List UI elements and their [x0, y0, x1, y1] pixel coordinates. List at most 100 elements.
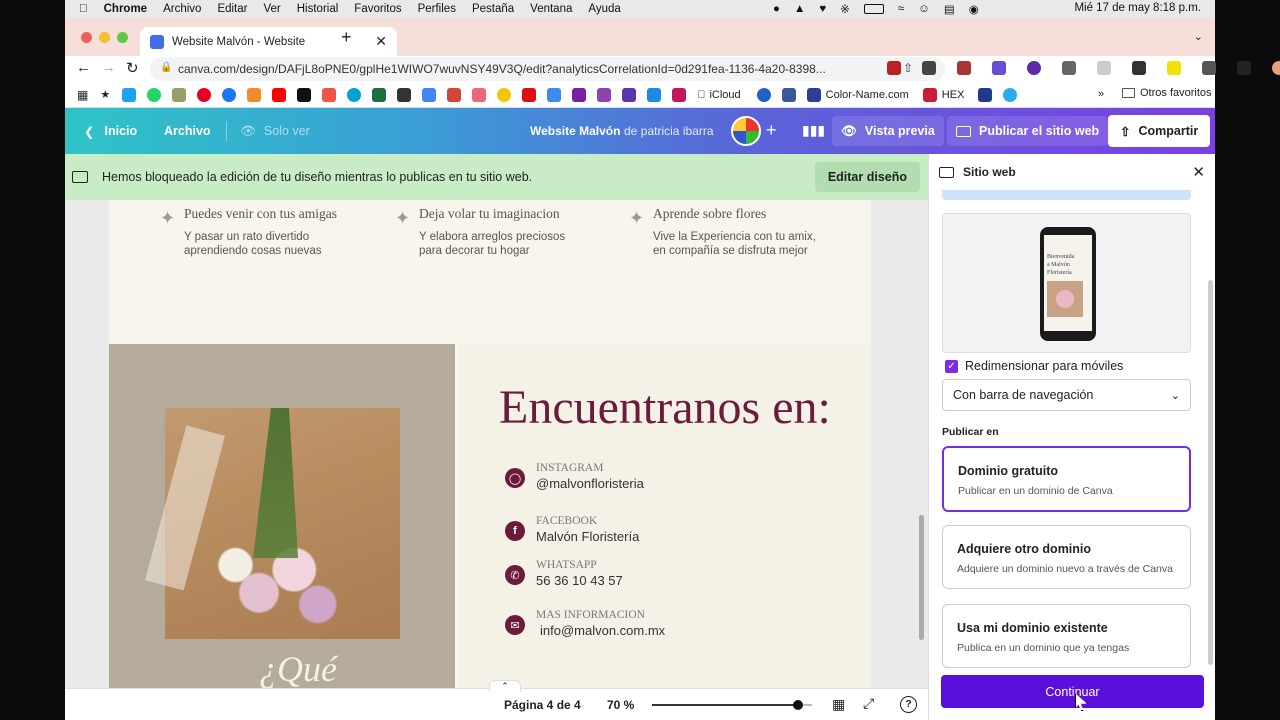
new-tab-button[interactable]: +	[341, 27, 352, 48]
bluetooth-icon[interactable]: ※	[840, 2, 850, 16]
bookmark-icon[interactable]	[756, 87, 771, 102]
sidebar-icon[interactable]	[1237, 61, 1251, 75]
bookmark-icon[interactable]	[647, 87, 662, 102]
apple-icon[interactable]: 	[79, 3, 88, 15]
extension-fx-icon[interactable]	[922, 61, 936, 75]
heart-bookmark-icon[interactable]	[322, 87, 337, 102]
extension-icon[interactable]	[992, 61, 1006, 75]
home-button[interactable]: ❮ Inicio	[75, 116, 146, 146]
minimize-window-button[interactable]	[99, 32, 110, 43]
siri-icon[interactable]: ◉	[969, 2, 979, 16]
bookmark-icon[interactable]	[172, 87, 187, 102]
close-window-button[interactable]	[81, 32, 92, 43]
photo-section[interactable]: ¿Qué	[109, 344, 455, 688]
bookmark-icon[interactable]	[397, 87, 412, 102]
pinterest-icon[interactable]	[197, 87, 212, 102]
editor-canvas[interactable]: ✦ Puedes venir con tus amigas Y pasar un…	[65, 200, 928, 688]
wifi-icon[interactable]: ≈	[898, 3, 904, 15]
show-pages-toggle-icon[interactable]: ⌃	[489, 680, 521, 692]
bookmark-icon[interactable]	[572, 87, 587, 102]
bookmark-icon[interactable]	[622, 87, 637, 102]
extension-icon[interactable]	[1167, 61, 1181, 75]
zoom-slider-track[interactable]	[652, 700, 812, 710]
bookmark-icon[interactable]	[522, 87, 537, 102]
lock-icon[interactable]: 🔒	[160, 62, 172, 73]
gmail-icon[interactable]	[447, 87, 462, 102]
edit-design-button[interactable]: Editar diseño	[814, 162, 920, 192]
resize-checkbox[interactable]: ✓	[945, 359, 958, 373]
menu-app-name[interactable]: Chrome	[104, 3, 147, 15]
zoom-percentage[interactable]: 70 %	[607, 698, 634, 712]
close-panel-icon[interactable]: ✕	[1192, 163, 1205, 181]
youtube-icon[interactable]	[272, 87, 287, 102]
more-bookmarks-icon[interactable]: »	[1098, 88, 1104, 100]
whatsapp-icon[interactable]	[147, 87, 162, 102]
add-collaborator-button[interactable]: +	[766, 120, 777, 141]
apps-grid-icon[interactable]: ▦	[77, 88, 88, 102]
bookmark-icon[interactable]	[672, 87, 687, 102]
battery-icon[interactable]	[863, 4, 884, 14]
facebook-icon[interactable]	[222, 87, 237, 102]
flower-bouquet-image[interactable]	[144, 408, 400, 639]
extension-icon[interactable]	[1027, 61, 1041, 75]
emoji-icon[interactable]	[497, 87, 512, 102]
profile-avatar[interactable]	[1272, 61, 1280, 75]
extension-icon[interactable]	[1062, 61, 1076, 75]
browser-tab[interactable]: Website Malvón - Website ✕	[140, 27, 397, 56]
bookmark-icon[interactable]	[978, 87, 993, 102]
bookmark-icon[interactable]	[547, 87, 562, 102]
extension-icon[interactable]	[1132, 61, 1146, 75]
help-icon[interactable]: ?	[900, 696, 917, 713]
page-indicator[interactable]: Página 4 de 4	[504, 698, 581, 712]
collaborator-avatar[interactable]	[731, 116, 761, 146]
extension-icon[interactable]	[1097, 61, 1111, 75]
puzzle-icon[interactable]	[1202, 61, 1216, 75]
forward-icon[interactable]: →	[101, 59, 116, 76]
continue-button[interactable]: Continuar	[941, 675, 1204, 708]
share-button[interactable]: ⇧ Compartir	[1108, 115, 1211, 147]
option-buy-domain[interactable]: Adquiere otro dominio Adquiere un domini…	[942, 525, 1191, 589]
translate-icon[interactable]	[422, 87, 437, 102]
menu-archivo[interactable]: Archivo	[163, 3, 201, 15]
bookmark-icon[interactable]	[472, 87, 487, 102]
extension-icon[interactable]	[887, 61, 901, 75]
view-only-button[interactable]: 👁 Solo ver	[231, 116, 319, 146]
menu-editar[interactable]: Editar	[217, 3, 247, 15]
zoom-slider-handle[interactable]	[792, 700, 803, 710]
twitter-icon[interactable]	[122, 87, 137, 102]
bookmark-hex[interactable]: HEX	[922, 87, 964, 102]
heart-icon[interactable]: ♥	[819, 3, 826, 15]
bookmark-icon[interactable]	[297, 87, 312, 102]
bookmark-icon[interactable]	[247, 87, 262, 102]
bookmark-color-name[interactable]: Color-Name.com	[806, 87, 909, 102]
panel-scrollbar[interactable]	[1208, 280, 1213, 665]
option-free-domain[interactable]: Dominio gratuito Publicar en un dominio …	[942, 446, 1191, 512]
bookmark-star-icon[interactable]: ★	[100, 88, 110, 101]
user-icon[interactable]: ☺	[918, 3, 930, 15]
option-existing-domain[interactable]: Usa mi dominio existente Publica en un d…	[942, 604, 1191, 668]
publish-website-button[interactable]: Publicar el sitio web	[947, 116, 1109, 146]
menu-ayuda[interactable]: Ayuda	[588, 3, 620, 15]
tab-search-icon[interactable]: ⌄	[1194, 30, 1203, 43]
preview-button[interactable]: 👁 Vista previa	[832, 116, 944, 146]
design-title[interactable]: Website Malvón de patricia ibarra	[530, 124, 714, 138]
extension-icon[interactable]	[957, 61, 971, 75]
file-menu-button[interactable]: Archivo	[155, 116, 220, 146]
menu-perfiles[interactable]: Perfiles	[418, 3, 456, 15]
zoom-window-button[interactable]	[117, 32, 128, 43]
resize-checkbox-row[interactable]: ✓ Redimensionar para móviles	[945, 359, 1123, 373]
insights-chart-icon[interactable]: ▮▮▮	[802, 122, 825, 139]
close-tab-icon[interactable]: ✕	[375, 33, 387, 50]
design-page[interactable]: ✦ Puedes venir con tus amigas Y pasar un…	[109, 200, 871, 688]
control-center-icon[interactable]: ▤	[944, 2, 955, 16]
menu-historial[interactable]: Historial	[297, 3, 339, 15]
contact-section[interactable]: Encuentranos en: ◯ INSTAGRAM @malvonflor…	[459, 344, 871, 688]
bookmark-icon[interactable]	[347, 87, 362, 102]
fullscreen-icon[interactable]: ⤢	[863, 695, 874, 712]
grid-view-icon[interactable]: ▦	[832, 696, 845, 713]
bookmark-icon[interactable]	[597, 87, 612, 102]
bookmark-icon[interactable]	[781, 87, 796, 102]
bookmark-icloud[interactable]: iCloud	[697, 89, 740, 101]
drive-icon[interactable]: ▲	[794, 3, 805, 15]
menu-ver[interactable]: Ver	[263, 3, 280, 15]
